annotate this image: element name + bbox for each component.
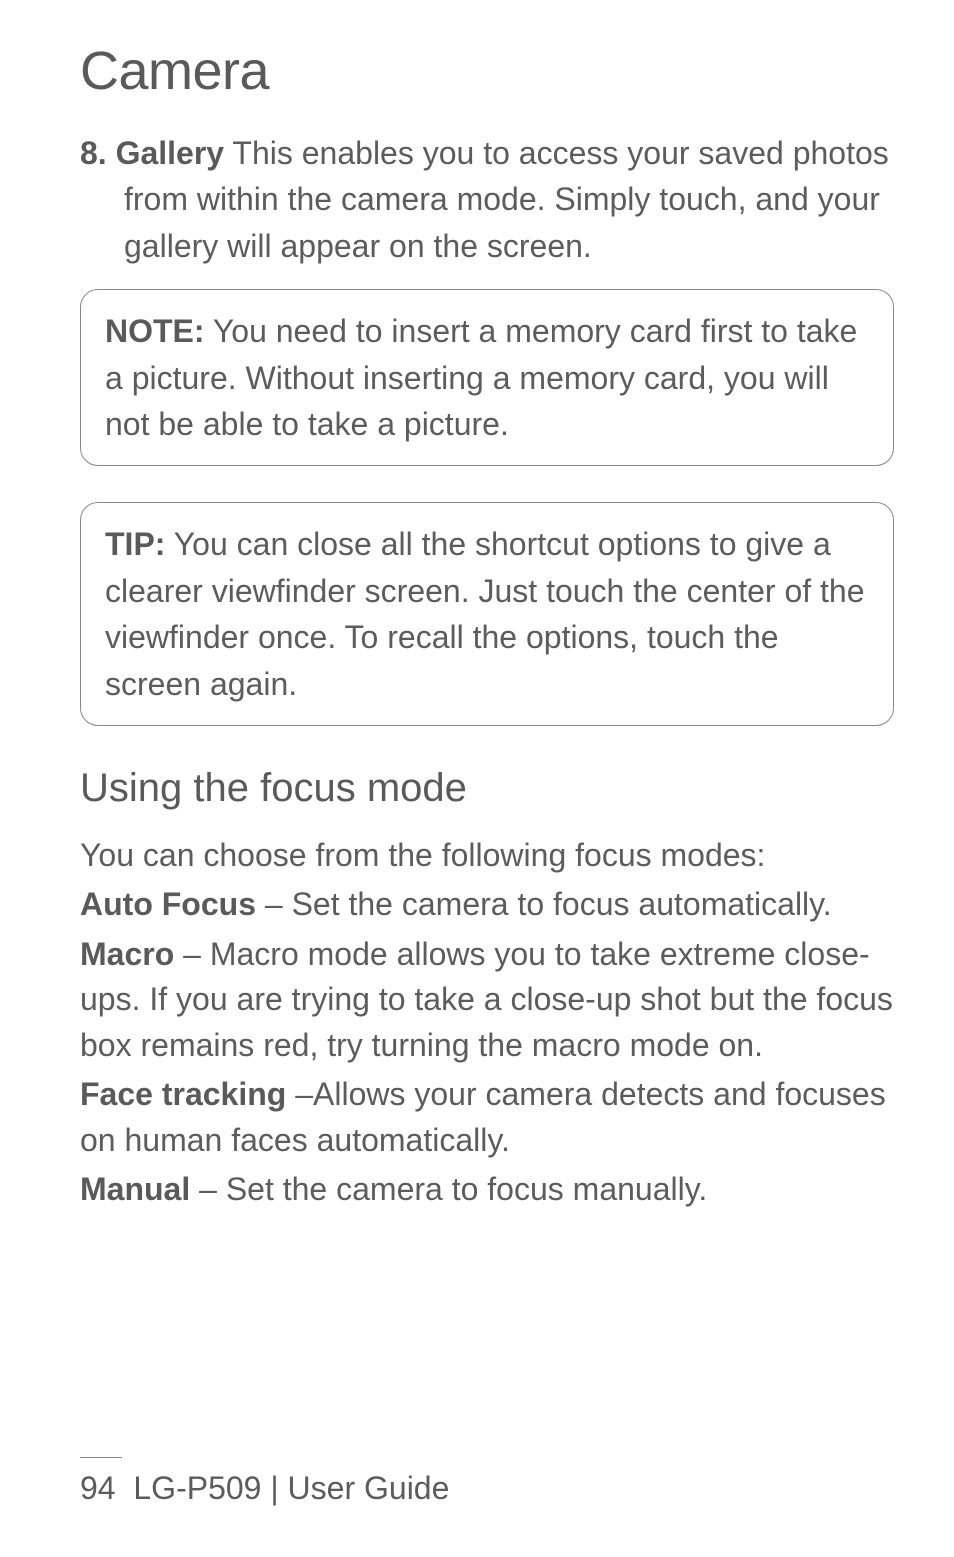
page-footer: 94 LG-P509 | User Guide: [80, 1457, 894, 1507]
focus-macro-text: – Macro mode allows you to take extreme …: [80, 936, 893, 1063]
focus-macro-label: Macro: [80, 936, 174, 972]
tip-text: You can close all the shortcut options t…: [105, 526, 865, 701]
tip-label: TIP:: [105, 526, 165, 562]
section-intro: You can choose from the following focus …: [80, 833, 894, 878]
list-number: 8.: [80, 135, 107, 171]
focus-auto: Auto Focus – Set the camera to focus aut…: [80, 882, 894, 927]
focus-face-label: Face tracking: [80, 1076, 286, 1112]
doc-title: LG-P509 | User Guide: [133, 1470, 449, 1506]
footer-text: 94 LG-P509 | User Guide: [80, 1470, 894, 1507]
page-title: Camera: [80, 40, 894, 102]
note-text: You need to insert a memory card first t…: [105, 313, 857, 442]
section-heading: Using the focus mode: [80, 766, 894, 811]
focus-manual-text: – Set the camera to focus manually.: [190, 1171, 707, 1207]
note-box: NOTE: You need to insert a memory card f…: [80, 289, 894, 466]
focus-manual-label: Manual: [80, 1171, 190, 1207]
note-label: NOTE:: [105, 313, 205, 349]
focus-manual: Manual – Set the camera to focus manuall…: [80, 1167, 894, 1212]
focus-face: Face tracking –Allows your camera detect…: [80, 1072, 894, 1163]
focus-auto-text: – Set the camera to focus automatically.: [256, 886, 832, 922]
tip-box: TIP: You can close all the shortcut opti…: [80, 502, 894, 726]
list-item-gallery: 8. Gallery This enables you to access yo…: [80, 130, 894, 269]
list-text: This enables you to access your saved ph…: [124, 135, 889, 264]
list-label: Gallery: [116, 135, 225, 171]
focus-auto-label: Auto Focus: [80, 886, 256, 922]
focus-macro: Macro – Macro mode allows you to take ex…: [80, 932, 894, 1068]
footer-divider: [80, 1457, 122, 1458]
page-number: 94: [80, 1470, 116, 1506]
